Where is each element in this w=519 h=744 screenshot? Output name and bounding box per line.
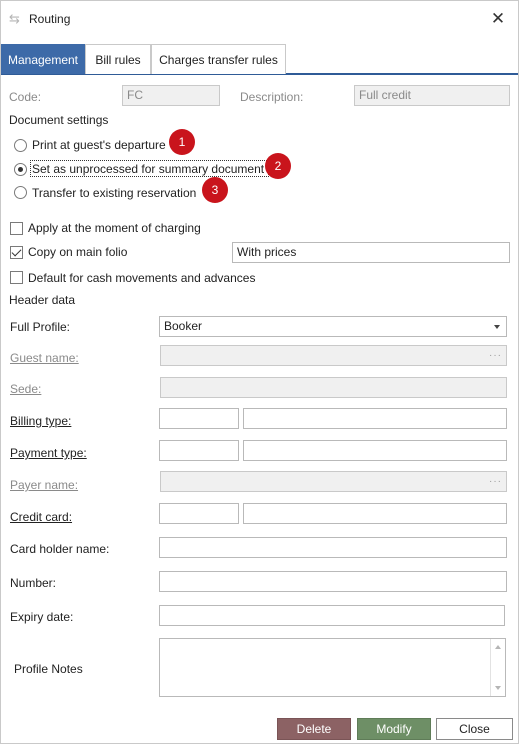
full-profile-value: Booker bbox=[164, 319, 203, 333]
callout-badge-3: 3 bbox=[202, 177, 228, 203]
callout-badge-2: 2 bbox=[265, 153, 291, 179]
close-button[interactable]: Close bbox=[436, 718, 513, 740]
close-icon[interactable]: ✕ bbox=[487, 8, 509, 30]
expiry-date-label: Expiry date: bbox=[10, 610, 74, 624]
radio-set-unprocessed[interactable] bbox=[14, 163, 27, 176]
number-label: Number: bbox=[10, 576, 57, 590]
more-dots-icon: ··· bbox=[489, 476, 502, 487]
payment-type-code-field[interactable] bbox=[159, 440, 239, 461]
sede-field bbox=[160, 377, 507, 398]
callout-badge-1: 1 bbox=[169, 129, 195, 155]
checkbox-copy-main-folio-label[interactable]: Copy on main folio bbox=[28, 245, 127, 259]
checkbox-apply-moment-label[interactable]: Apply at the moment of charging bbox=[28, 221, 201, 235]
number-field[interactable] bbox=[159, 571, 507, 592]
radio-transfer-reservation[interactable] bbox=[14, 186, 27, 199]
checkbox-copy-main-folio[interactable] bbox=[10, 246, 23, 259]
card-holder-field[interactable] bbox=[159, 537, 507, 558]
expiry-date-field[interactable] bbox=[159, 605, 505, 626]
payment-type-name-field[interactable] bbox=[243, 440, 507, 461]
credit-card-name-field[interactable] bbox=[243, 503, 507, 524]
guest-name-field: ··· bbox=[160, 345, 507, 366]
billing-type-code-field[interactable] bbox=[159, 408, 239, 429]
full-profile-select[interactable]: Booker bbox=[159, 316, 507, 337]
checkbox-apply-moment[interactable] bbox=[10, 222, 23, 235]
copy-mode-field[interactable]: With prices bbox=[232, 242, 510, 263]
radio-print-departure[interactable] bbox=[14, 139, 27, 152]
scroll-up-icon[interactable] bbox=[495, 645, 501, 649]
checkbox-default-cash-label[interactable]: Default for cash movements and advances bbox=[28, 271, 255, 285]
credit-card-label[interactable]: Credit card: bbox=[10, 510, 72, 524]
scrollbar[interactable] bbox=[490, 639, 505, 696]
profile-notes-textarea[interactable] bbox=[159, 638, 506, 697]
radio-set-unprocessed-label[interactable]: Set as unprocessed for summary document bbox=[32, 162, 264, 176]
description-field: Full credit bbox=[354, 85, 510, 106]
payer-name-label[interactable]: Payer name: bbox=[10, 478, 78, 492]
credit-card-code-field[interactable] bbox=[159, 503, 239, 524]
routing-icon: ⇆ bbox=[9, 11, 20, 26]
description-label: Description: bbox=[240, 90, 304, 104]
delete-button[interactable]: Delete bbox=[277, 718, 351, 740]
routing-dialog: ⇆ Routing ✕ Management Bill rules Charge… bbox=[0, 0, 519, 744]
profile-notes-label: Profile Notes bbox=[14, 662, 83, 676]
document-settings-heading: Document settings bbox=[9, 113, 109, 127]
code-field: FC bbox=[122, 85, 220, 106]
billing-type-label[interactable]: Billing type: bbox=[10, 414, 71, 428]
full-profile-label: Full Profile: bbox=[10, 320, 71, 334]
more-dots-icon: ··· bbox=[489, 350, 502, 361]
chevron-down-icon[interactable] bbox=[494, 325, 500, 329]
scroll-down-icon[interactable] bbox=[495, 686, 501, 690]
payment-type-label[interactable]: Payment type: bbox=[10, 446, 87, 460]
radio-print-departure-label[interactable]: Print at guest's departure bbox=[32, 138, 166, 152]
guest-name-label[interactable]: Guest name: bbox=[10, 351, 79, 365]
tab-bill-rules[interactable]: Bill rules bbox=[85, 44, 151, 74]
modify-button[interactable]: Modify bbox=[357, 718, 431, 740]
checkbox-default-cash[interactable] bbox=[10, 271, 23, 284]
tab-management[interactable]: Management bbox=[1, 44, 85, 74]
header-data-heading: Header data bbox=[9, 293, 76, 307]
title-bar: ⇆ Routing ✕ bbox=[1, 1, 518, 37]
tab-charges-transfer-rules[interactable]: Charges transfer rules bbox=[151, 44, 286, 74]
sede-label[interactable]: Sede: bbox=[10, 382, 41, 396]
tab-bar: Management Bill rules Charges transfer r… bbox=[1, 44, 518, 75]
window-title: Routing bbox=[29, 12, 71, 26]
payer-name-field: ··· bbox=[160, 471, 507, 492]
radio-transfer-reservation-label[interactable]: Transfer to existing reservation bbox=[32, 186, 196, 200]
billing-type-name-field[interactable] bbox=[243, 408, 507, 429]
card-holder-label: Card holder name: bbox=[10, 542, 110, 556]
code-label: Code: bbox=[9, 90, 42, 104]
